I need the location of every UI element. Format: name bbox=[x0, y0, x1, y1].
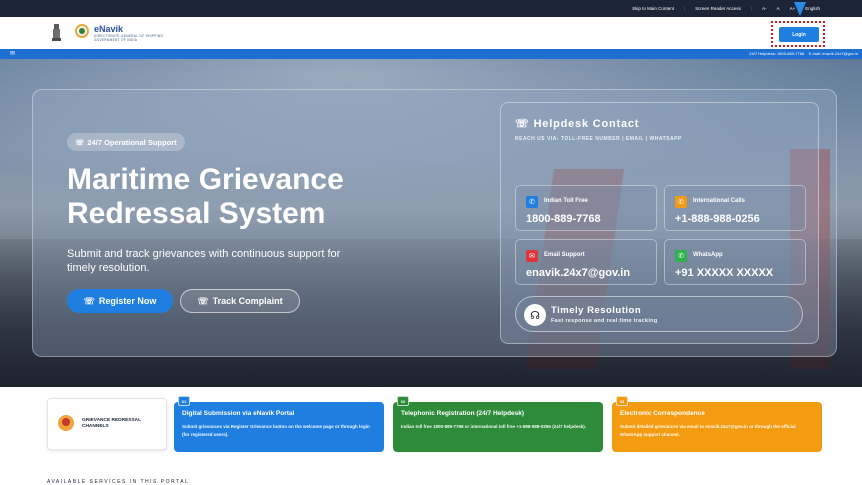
channels-heading: GRIEVANCE REDRESSAL CHANNELS bbox=[82, 418, 141, 430]
brand-name: eNavik bbox=[94, 24, 124, 34]
hero-subtitle: Submit and track grievances with continu… bbox=[67, 248, 341, 274]
title-line-2: Redressal System bbox=[67, 197, 326, 230]
register-now-button[interactable]: ☏ Register Now bbox=[67, 289, 173, 313]
site-header: eNavik DIRECTORATE GENERAL OF SHIPPING G… bbox=[0, 17, 862, 49]
headset-icon: ☏ bbox=[197, 295, 209, 306]
brand-subtitle-2: GOVERNMENT OF INDIA bbox=[94, 38, 138, 42]
helpdesk-title: ☏ Helpdesk Contact bbox=[515, 117, 640, 131]
helpdesk-email[interactable]: E-mail: enavik.24x7@gov.in bbox=[809, 51, 858, 56]
support-badge: ☏ 24/7 Operational Support bbox=[67, 133, 185, 151]
language-select[interactable]: English bbox=[805, 6, 820, 11]
brand[interactable]: eNavik DIRECTORATE GENERAL OF SHIPPING G… bbox=[94, 24, 163, 42]
step-title: Electronic Correspondence bbox=[620, 410, 705, 417]
card-value: +91 XXXXX XXXXX bbox=[675, 267, 774, 279]
timely-resolution-banner: ☊ Timely Resolution Fast response and re… bbox=[515, 296, 803, 332]
step-title: Digital Submission via eNavik Portal bbox=[182, 410, 295, 417]
international-calls-card[interactable]: ✆ International Calls +1-888-988-0256 bbox=[664, 185, 806, 231]
card-value: enavik.24x7@gov.in bbox=[526, 267, 631, 279]
track-complaint-label: Track Complaint bbox=[212, 296, 283, 306]
screen-reader-link[interactable]: Screen Reader Access bbox=[695, 6, 741, 11]
font-decrease-button[interactable]: A- bbox=[762, 6, 767, 11]
step-number: 01 bbox=[178, 396, 190, 406]
mail-icon: ✉ bbox=[526, 250, 538, 262]
helpdesk-subtitle: REACH US VIA: TOLL-FREE NUMBER | EMAIL |… bbox=[515, 136, 682, 142]
phone-icon: ✆ bbox=[526, 196, 538, 208]
page-title: Maritime Grievance Redressal System bbox=[67, 163, 344, 231]
card-label: International Calls bbox=[693, 198, 746, 204]
divider: | bbox=[683, 6, 686, 11]
whatsapp-icon: ✆ bbox=[675, 250, 687, 262]
register-now-label: Register Now bbox=[98, 296, 157, 306]
channel-step-digital[interactable]: 01 Digital Submission via eNavik Portal … bbox=[174, 396, 384, 452]
card-value: 1800-889-7768 bbox=[526, 213, 601, 225]
dgs-logo-icon bbox=[75, 24, 89, 38]
support-agent-icon bbox=[58, 415, 74, 431]
national-emblem-icon bbox=[52, 24, 61, 41]
step-number: 02 bbox=[397, 396, 409, 406]
utility-links: Skip to Main Content | Screen Reader Acc… bbox=[632, 0, 820, 17]
top-utility-bar: Skip to Main Content | Screen Reader Acc… bbox=[0, 0, 862, 17]
whatsapp-card[interactable]: ✆ WhatsApp +91 XXXXX XXXXX bbox=[664, 239, 806, 285]
headset-icon: ☊ bbox=[524, 304, 546, 326]
helpdesk-title-text: Helpdesk Contact bbox=[533, 117, 640, 130]
headset-icon: ☏ bbox=[515, 118, 530, 130]
login-highlight: Login bbox=[771, 21, 825, 47]
step-text: Submit detailed grievances via email to … bbox=[620, 424, 796, 437]
contact-info: 24/7 Helpdesk: 1800-889-7768 E-mail: ena… bbox=[749, 51, 858, 56]
info-bar: ✉ 24/7 Helpdesk: 1800-889-7768 E-mail: e… bbox=[0, 49, 862, 59]
phone-icon: ✆ bbox=[675, 196, 687, 208]
toll-free-card[interactable]: ✆ Indian Toll Free 1800-889-7768 bbox=[515, 185, 657, 231]
grievance-channels-card: GRIEVANCE REDRESSAL CHANNELS bbox=[47, 398, 167, 450]
skip-to-content-link[interactable]: Skip to Main Content bbox=[632, 6, 674, 11]
support-badge-label: 24/7 Operational Support bbox=[87, 137, 177, 147]
card-label: Email Support bbox=[544, 252, 585, 258]
login-button[interactable]: Login bbox=[779, 27, 819, 42]
step-title: Telephonic Registration (24/7 Helpdesk) bbox=[401, 410, 525, 417]
step-text: Submit grievances via Register Grievance… bbox=[182, 424, 370, 437]
track-complaint-button[interactable]: ☏ Track Complaint bbox=[180, 289, 300, 313]
helpdesk-number: 24/7 Helpdesk: 1800-889-7768 bbox=[749, 51, 805, 56]
channel-step-telephonic[interactable]: 02 Telephonic Registration (24/7 Helpdes… bbox=[393, 396, 603, 452]
card-value: +1-888-988-0256 bbox=[675, 213, 760, 225]
email-support-card[interactable]: ✉ Email Support enavik.24x7@gov.in bbox=[515, 239, 657, 285]
card-label: Indian Toll Free bbox=[544, 198, 588, 204]
channels-heading-line-2: CHANNELS bbox=[82, 424, 109, 429]
divider: | bbox=[750, 6, 753, 11]
step-number: 03 bbox=[616, 396, 628, 406]
helpdesk-panel: ☏ Helpdesk Contact REACH US VIA: TOLL-FR… bbox=[500, 102, 819, 344]
pointer-arrow-icon bbox=[794, 2, 806, 16]
timely-subtitle: Fast response and real time tracking bbox=[551, 318, 658, 324]
channel-step-electronic[interactable]: 03 Electronic Correspondence Submit deta… bbox=[612, 396, 822, 452]
announcement-icon: ✉ bbox=[10, 51, 16, 57]
title-line-1: Maritime Grievance bbox=[67, 163, 344, 196]
step-text: Indian toll free 1800-889-7768 or intern… bbox=[401, 424, 586, 429]
card-label: WhatsApp bbox=[693, 252, 723, 258]
headset-icon: ☏ bbox=[83, 295, 95, 306]
available-services-heading: AVAILABLE SERVICES IN THIS PORTAL bbox=[47, 479, 190, 485]
headset-icon: ☏ bbox=[75, 137, 85, 147]
font-normal-button[interactable]: A bbox=[777, 6, 780, 11]
timely-title: Timely Resolution bbox=[551, 305, 642, 316]
hero-section: ☏ 24/7 Operational Support Maritime Grie… bbox=[0, 59, 862, 387]
